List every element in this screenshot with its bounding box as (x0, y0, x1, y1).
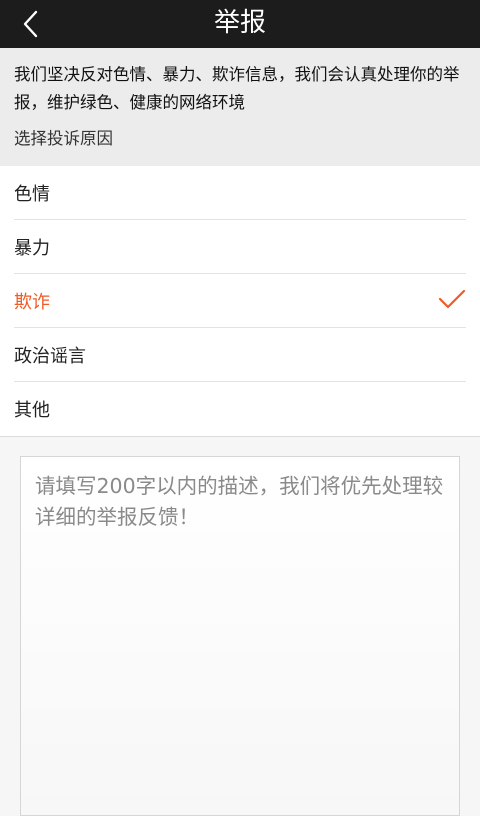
section-label: 选择投诉原因 (14, 129, 113, 148)
reason-label: 政治谣言 (14, 345, 86, 367)
reason-item-political-rumor[interactable]: 政治谣言 (14, 328, 466, 382)
reason-label: 其他 (14, 400, 50, 421)
reason-item-violence[interactable]: 暴力 (14, 220, 466, 274)
reason-item-other[interactable]: 其他 (14, 382, 466, 436)
reason-label: 欺诈 (14, 291, 50, 313)
checkmark-icon (438, 289, 466, 313)
notice-panel: 我们坚决反对色情、暴力、欺诈信息，我们会认真处理你的举报，维护绿色、健康的网络环… (0, 48, 480, 166)
description-textarea[interactable] (35, 471, 445, 791)
top-bar: 举报 (0, 0, 480, 48)
notice-text: 我们坚决反对色情、暴力、欺诈信息，我们会认真处理你的举报，维护绿色、健康的网络环… (14, 65, 460, 112)
reason-item-porn[interactable]: 色情 (14, 166, 466, 220)
reason-item-fraud[interactable]: 欺诈 (14, 274, 466, 328)
reason-label: 暴力 (14, 237, 50, 259)
reason-label: 色情 (14, 183, 50, 205)
description-box (20, 456, 460, 816)
page-title: 举报 (213, 8, 266, 38)
reason-list: 色情 暴力 欺诈 政治谣言 其他 (0, 166, 480, 437)
